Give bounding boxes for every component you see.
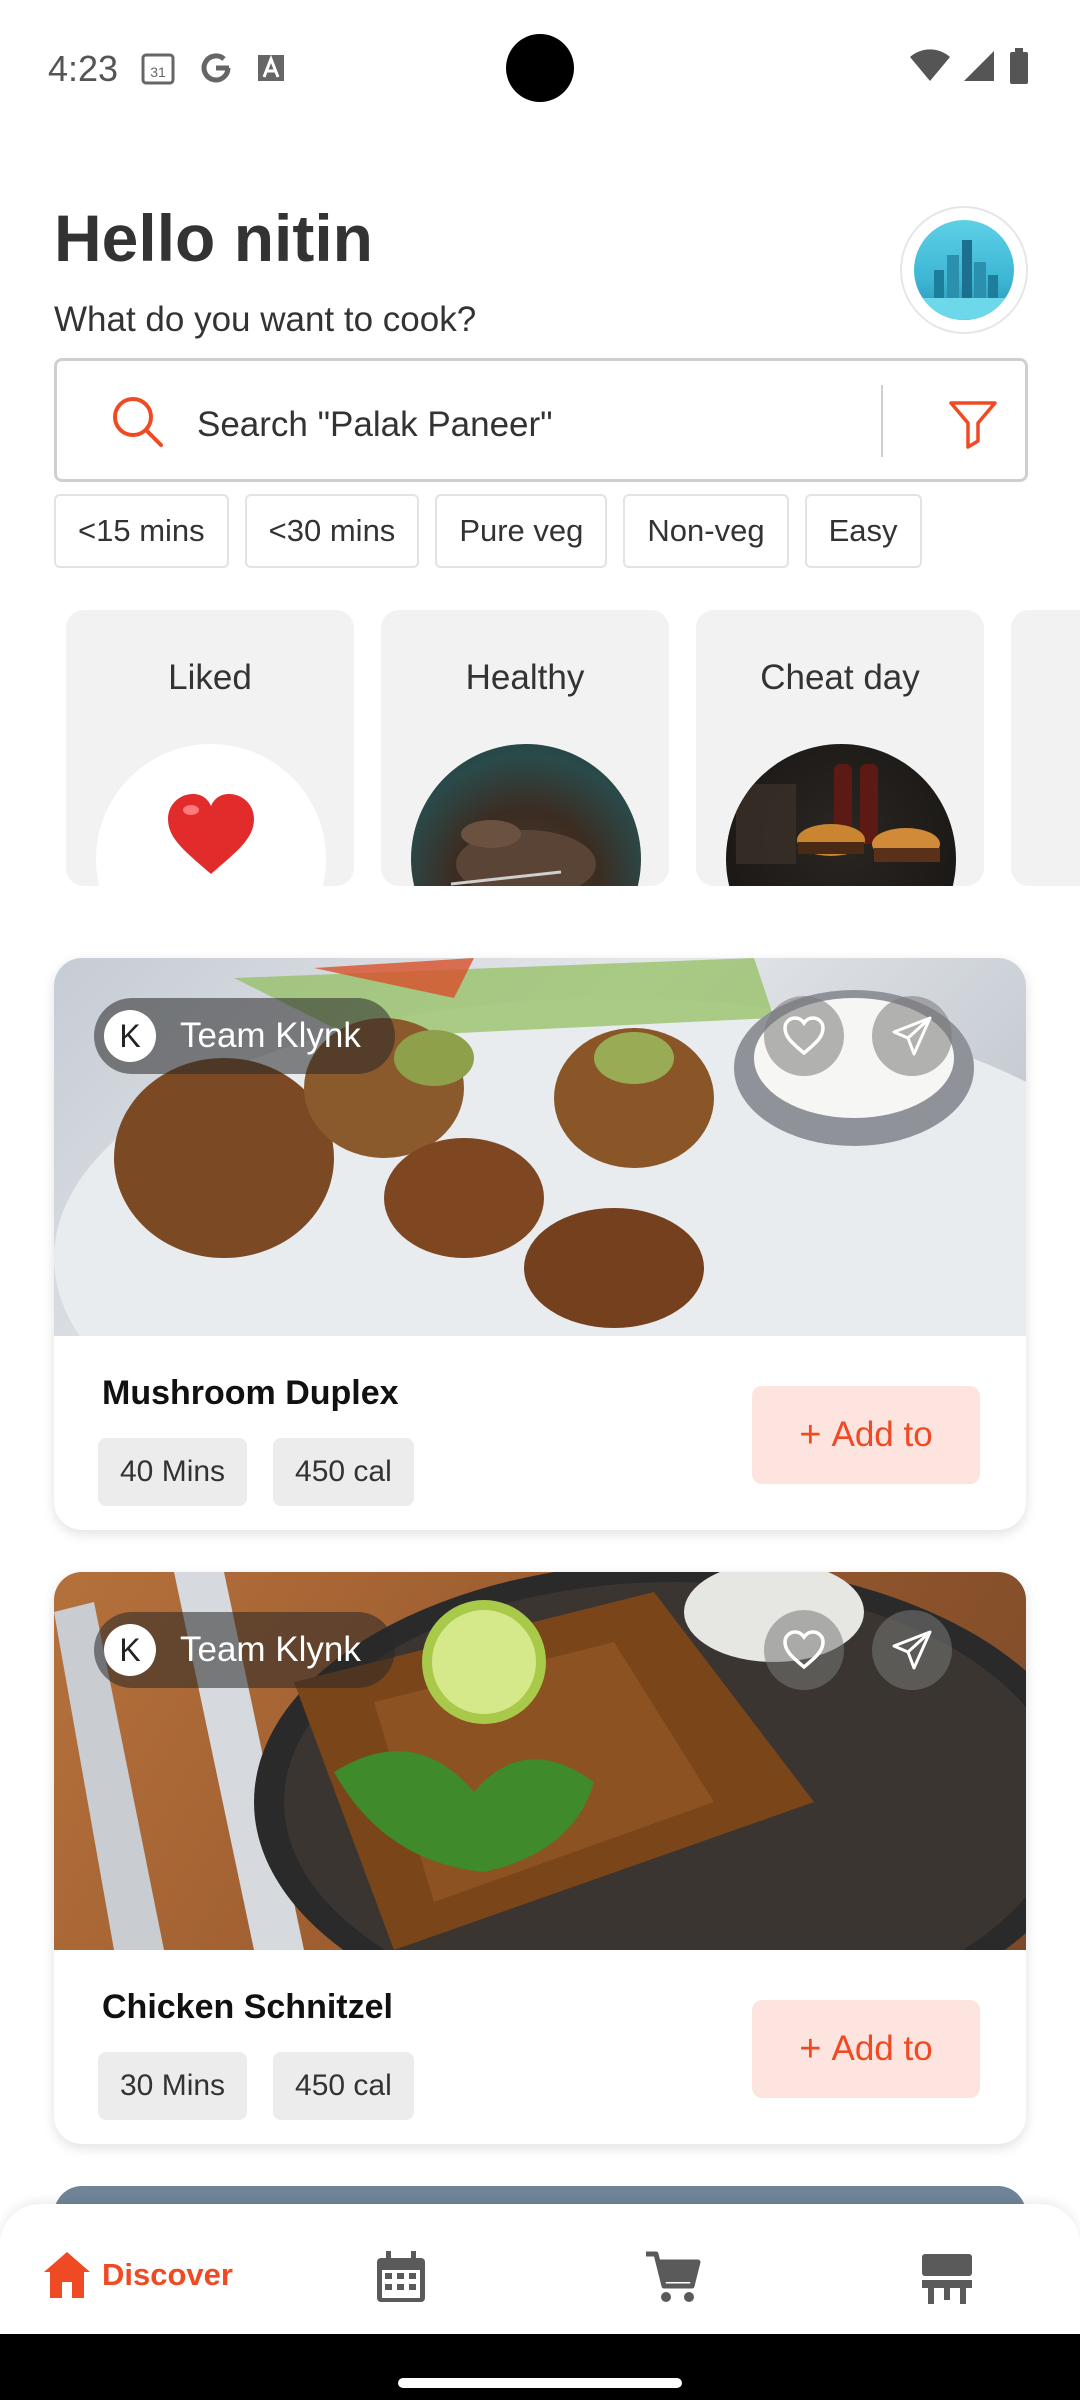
battery-icon: [1010, 48, 1028, 84]
author-name: Team Klynk: [180, 1630, 361, 1669]
city-avatar-image: [914, 220, 1014, 320]
category-carousel[interactable]: Liked Healthy Cheat day: [66, 610, 1080, 886]
home-icon: [44, 2252, 90, 2298]
profile-avatar[interactable]: [900, 206, 1028, 334]
add-to-button[interactable]: + Add to: [752, 2000, 980, 2098]
author-name: Team Klynk: [180, 1016, 361, 1055]
share-button[interactable]: [872, 1610, 952, 1690]
search-bar[interactable]: Search "Palak Paneer": [54, 358, 1028, 482]
cook-time-tag: 40 Mins: [98, 1438, 248, 1506]
author-pill[interactable]: K Team Klynk: [94, 1612, 395, 1688]
category-cheat-day[interactable]: Cheat day: [696, 610, 984, 886]
nav-discover[interactable]: Discover: [40, 2248, 233, 2302]
system-navigation-bar: [0, 2334, 1080, 2400]
font-icon: [258, 54, 284, 81]
recipe-card[interactable]: K Team Klynk Mushroom Duplex 40 Mins 450…: [54, 958, 1026, 1530]
filter-chips: <15 mins <30 mins Pure veg Non-veg Easy: [54, 494, 922, 568]
send-icon: [892, 1016, 932, 1056]
plus-icon: +: [799, 1413, 822, 1456]
search-input[interactable]: Search "Palak Paneer": [197, 405, 553, 445]
cook-time-tag: 30 Mins: [98, 2052, 248, 2120]
category-liked[interactable]: Liked: [66, 610, 354, 886]
svg-text:31: 31: [150, 64, 166, 80]
cart-icon[interactable]: [644, 2248, 702, 2306]
chip-easy[interactable]: Easy: [804, 494, 922, 568]
greeting-title: Hello nitin: [54, 201, 373, 275]
category-healthy[interactable]: Healthy: [381, 610, 669, 886]
share-button[interactable]: [872, 996, 952, 1076]
greeting-subtitle: What do you want to cook?: [54, 300, 477, 339]
filter-icon[interactable]: [945, 395, 1001, 451]
recipe-tags: 30 Mins 450 cal: [98, 2052, 414, 2120]
recipe-title: Mushroom Duplex: [102, 1374, 399, 1412]
heart-outline-icon: [783, 1630, 825, 1670]
recipe-photo: K Team Klynk: [54, 958, 1026, 1336]
recipe-card[interactable]: K Team Klynk Chicken Schnitzel 30 Mins 4…: [54, 1572, 1026, 2144]
send-icon: [892, 1630, 932, 1670]
nav-discover-label: Discover: [102, 2257, 233, 2292]
add-to-label: Add to: [831, 2029, 933, 2068]
search-divider: [881, 385, 883, 457]
chip-under-15-mins[interactable]: <15 mins: [54, 494, 229, 568]
recipe-photo: K Team Klynk: [54, 1572, 1026, 1950]
system-icons: [910, 48, 1030, 84]
burger-image: [726, 744, 956, 886]
home-gesture-handle[interactable]: [398, 2378, 682, 2388]
calories-tag: 450 cal: [273, 1438, 414, 1506]
category-label: Liked: [168, 658, 252, 697]
calories-tag: 450 cal: [273, 2052, 414, 2120]
status-bar: 4:23 31: [0, 0, 1080, 135]
google-icon: [201, 53, 231, 83]
plus-icon: +: [799, 2027, 822, 2070]
heart-outline-icon: [783, 1016, 825, 1056]
author-pill[interactable]: K Team Klynk: [94, 998, 395, 1074]
status-time: 4:23: [48, 48, 119, 89]
recipe-tags: 40 Mins 450 cal: [98, 1438, 414, 1506]
calendar-icon[interactable]: [372, 2248, 430, 2306]
calendar-notification-icon: 31: [141, 53, 175, 85]
heart-icon: [96, 744, 326, 886]
chip-under-30-mins[interactable]: <30 mins: [244, 494, 420, 568]
category-more[interactable]: [1011, 610, 1080, 886]
like-button[interactable]: [764, 996, 844, 1076]
recipe-title: Chicken Schnitzel: [102, 1988, 393, 2026]
author-avatar: K: [104, 1010, 156, 1062]
add-to-label: Add to: [831, 1415, 933, 1454]
like-button[interactable]: [764, 1610, 844, 1690]
chip-non-veg[interactable]: Non-veg: [623, 494, 789, 568]
camera-cutout: [506, 34, 574, 102]
add-to-button[interactable]: + Add to: [752, 1386, 980, 1484]
bottom-navigation: Discover: [0, 2204, 1080, 2334]
chip-pure-veg[interactable]: Pure veg: [435, 494, 608, 568]
pantry-icon[interactable]: [918, 2248, 976, 2306]
wifi-icon: [910, 49, 950, 81]
healthy-food-image: [411, 744, 641, 886]
notification-icons: 31: [140, 50, 286, 86]
category-label: Healthy: [465, 658, 585, 697]
search-icon: [113, 397, 163, 447]
category-label: Cheat day: [760, 658, 920, 697]
author-avatar: K: [104, 1624, 156, 1676]
signal-icon: [964, 51, 994, 81]
